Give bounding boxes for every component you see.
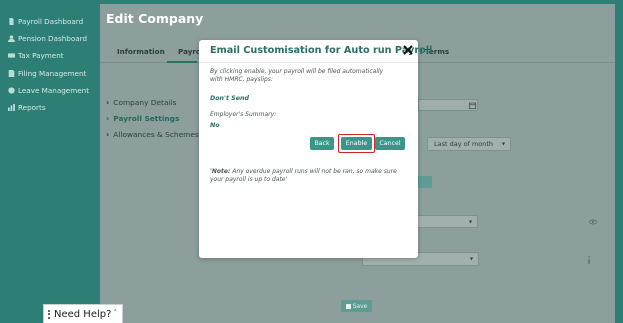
modal-description: By clicking enable, your payroll will be… [210, 68, 384, 83]
sidebar: Payroll Dashboard Pension Dashboard Tax … [0, 0, 100, 323]
save-label: Save [352, 302, 368, 310]
right-strip [615, 0, 623, 323]
sidebar-item-label: Payroll Dashboard [18, 17, 84, 27]
sidebar-item-label: Pension Dashboard [18, 34, 88, 44]
section-payroll-settings[interactable]: › Payroll Settings [106, 114, 179, 123]
need-help-label: Need Help? [54, 308, 112, 320]
note-text: Any overdue payroll runs will not be ran… [210, 168, 397, 183]
section-label: Allowances & Schemes [113, 130, 199, 139]
payslip-option: Don't Send [210, 95, 249, 102]
sidebar-item-tax-payment[interactable]: Tax Payment [0, 47, 100, 64]
chevron-right-icon: › [106, 114, 110, 123]
modal-note: ' Note: Any overdue payroll runs will not… [210, 168, 410, 184]
tab-information[interactable]: Information [117, 47, 165, 56]
info-icon[interactable] [587, 256, 591, 264]
sidebar-item-pension-dashboard[interactable]: Pension Dashboard [0, 30, 100, 47]
section-label: Payroll Settings [113, 114, 180, 123]
sidebar-item-label: Filing Management [18, 68, 87, 78]
modal-title: Email Customisation for Auto run Payroll [210, 45, 433, 56]
sidebar-item-leave-management[interactable]: Leave Management [0, 82, 100, 99]
back-button[interactable]: Back [310, 137, 334, 150]
file-icon [7, 69, 15, 77]
section-allowances-schemes[interactable]: › Allowances & Schemes [106, 130, 199, 139]
close-icon[interactable] [403, 45, 413, 55]
calendar-icon[interactable] [469, 102, 476, 109]
document-icon [7, 18, 15, 26]
summary-label: Employer's Summary: [210, 111, 277, 118]
email-customisation-modal: Email Customisation for Auto run Payroll… [199, 40, 432, 258]
section-label: Company Details [113, 98, 177, 107]
chevron-down-icon: ▾ [469, 255, 473, 263]
chevron-right-icon: › [106, 130, 110, 139]
sidebar-item-label: Reports [18, 103, 46, 113]
sidebar-item-filing-management[interactable]: Filing Management [0, 65, 100, 82]
chevron-down-icon: ▾ [501, 140, 505, 148]
sidebar-item-payroll-dashboard[interactable]: Payroll Dashboard [0, 13, 100, 30]
note-end: ' [285, 176, 288, 183]
floppy-icon [345, 303, 351, 309]
need-help-widget[interactable]: Need Help? ˄ [43, 304, 123, 323]
enable-button[interactable]: Enable [341, 137, 372, 150]
summary-value: No [210, 122, 220, 129]
chart-icon [7, 104, 15, 112]
sidebar-item-label: Tax Payment [18, 51, 64, 61]
chevron-up-icon[interactable]: ˄ [114, 309, 118, 317]
globe-icon [7, 86, 15, 94]
top-band [100, 0, 615, 4]
pay-date-select[interactable]: Last day of month ▾ [427, 137, 511, 151]
sidebar-item-reports[interactable]: Reports [0, 99, 100, 116]
page-title: Edit Company [106, 11, 204, 26]
section-company-details[interactable]: › Company Details [106, 98, 176, 107]
user-icon [7, 35, 15, 43]
eye-icon[interactable] [589, 219, 597, 225]
sidebar-item-label: Leave Management [18, 85, 90, 95]
note-bold: Note: [211, 168, 231, 175]
chevron-down-icon: ▾ [468, 218, 472, 225]
cancel-button[interactable]: Cancel [375, 137, 405, 150]
drag-handle-icon[interactable] [48, 309, 51, 319]
modal-divider [199, 62, 418, 63]
select-value: Last day of month [434, 140, 494, 148]
save-button[interactable]: Save [341, 300, 372, 312]
chevron-right-icon: › [106, 98, 110, 107]
tab-active-indicator [167, 61, 197, 63]
money-icon [7, 52, 15, 60]
